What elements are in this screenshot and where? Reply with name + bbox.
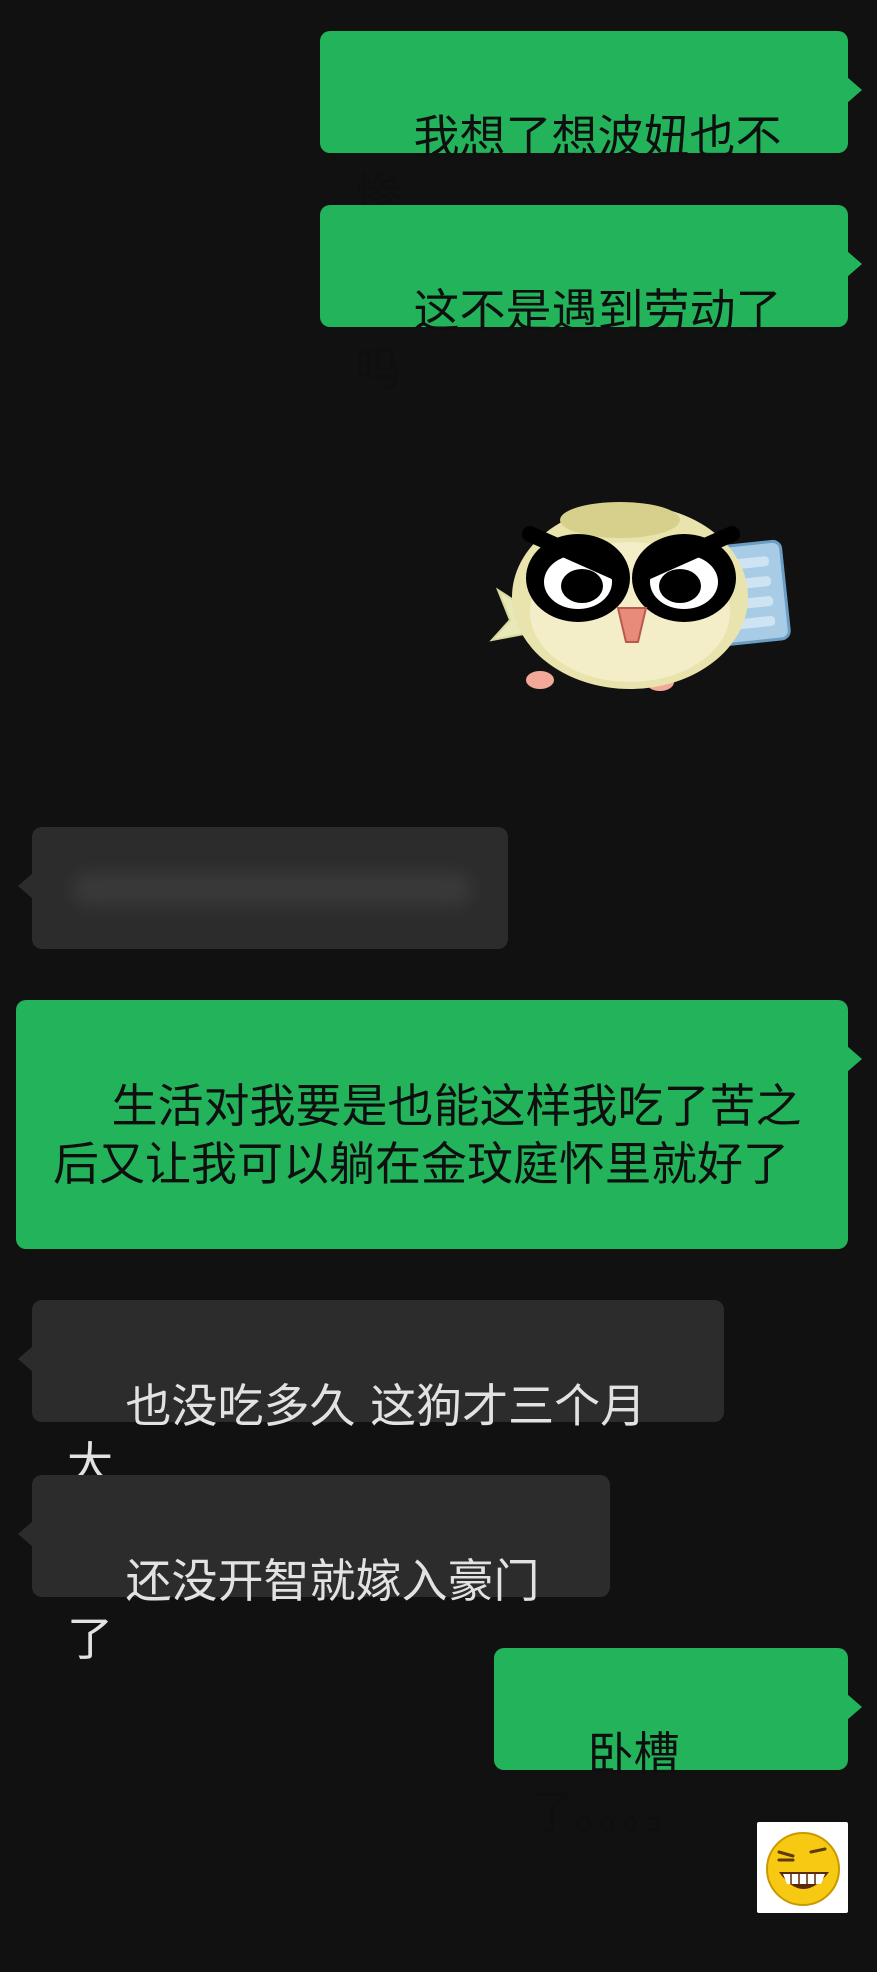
grinning-emoji-sticker[interactable] (757, 1822, 848, 1913)
sent-message-bubble[interactable]: 生活对我要是也能这样我吃了苦之后又让我可以躺在金玟庭怀里就好了 (16, 1000, 862, 1249)
grinning-face-icon (766, 1832, 840, 1906)
received-message-bubble[interactable]: 还没开智就嫁入豪门了 (18, 1475, 610, 1666)
blurred-received-message-bubble[interactable] (18, 827, 508, 949)
message-text: 生活对我要是也能这样我吃了苦之后又让我可以躺在金玟庭怀里就好了 (53, 1079, 802, 1191)
chat-message-list: 我想了想波妞也不惨 这不是遇到劳动了吗 生活对我要是也能这样我吃了苦之后又让我可… (0, 0, 877, 1972)
received-message-bubble[interactable]: 也没吃多久 这狗才三个月大 (18, 1300, 724, 1491)
message-text: 这不是遇到劳动了吗 (355, 284, 782, 396)
sent-message-bubble[interactable]: 我想了想波妞也不惨 (320, 31, 862, 222)
message-text: 还没开智就嫁入豪门了 (67, 1554, 540, 1666)
message-text: 卧槽了。。。。 (529, 1727, 690, 1839)
sent-message-bubble[interactable]: 这不是遇到劳动了吗 (320, 205, 862, 396)
angry-yellow-bird-sticker[interactable] (470, 462, 830, 702)
sent-message-bubble[interactable]: 卧槽了。。。。 (494, 1648, 862, 1839)
blurred-text (72, 873, 472, 905)
